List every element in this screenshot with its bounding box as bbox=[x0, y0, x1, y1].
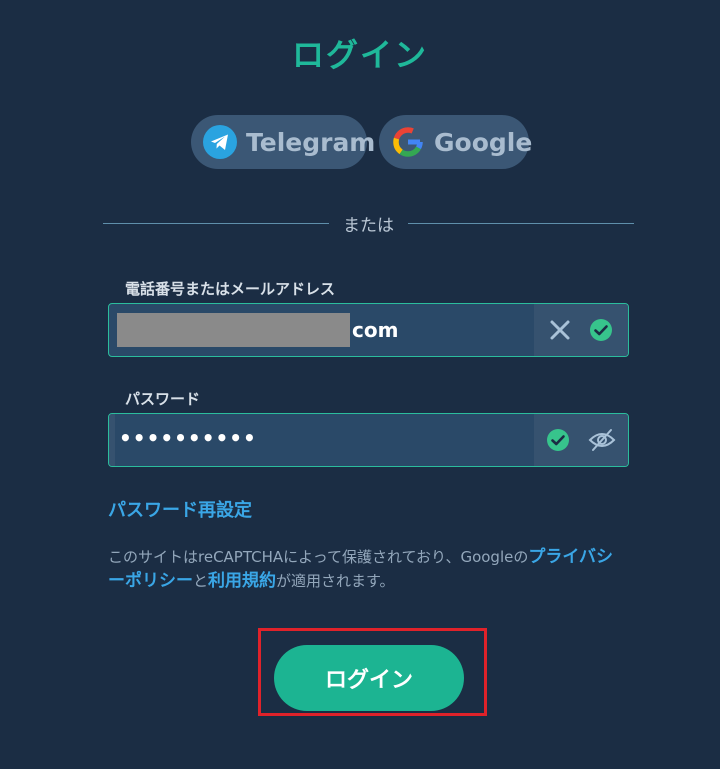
social-login-row: Telegram Google bbox=[0, 115, 720, 169]
check-circle-icon bbox=[547, 429, 569, 451]
notice-text-mid: と bbox=[193, 572, 209, 590]
check-circle-icon bbox=[590, 319, 612, 341]
redacted-email bbox=[117, 313, 350, 347]
login-button[interactable]: ログイン bbox=[274, 645, 464, 711]
terms-link[interactable]: 利用規約 bbox=[208, 571, 276, 591]
google-icon bbox=[393, 127, 423, 157]
email-field-actions bbox=[534, 304, 628, 356]
notice-text-after: が適用されます。 bbox=[276, 572, 395, 590]
password-field-actions bbox=[534, 414, 628, 466]
google-label: Google bbox=[434, 127, 533, 157]
divider-line-right bbox=[408, 223, 634, 224]
email-field-label: 電話番号またはメールアドレス bbox=[125, 280, 336, 298]
password-masked-value: •••••••••• bbox=[119, 426, 257, 450]
telegram-label: Telegram bbox=[246, 127, 376, 157]
recaptcha-notice: このサイトはreCAPTCHAによって保護されており、Googleのプライバシー… bbox=[108, 545, 628, 593]
password-reset-link[interactable]: パスワード再設定 bbox=[108, 496, 252, 522]
password-field-label: パスワード bbox=[125, 390, 201, 408]
password-input[interactable]: •••••••••• bbox=[109, 414, 534, 466]
or-divider: または bbox=[103, 211, 634, 236]
close-icon[interactable] bbox=[549, 319, 571, 341]
password-input-edge bbox=[109, 414, 115, 466]
google-login-button[interactable]: Google bbox=[379, 115, 533, 169]
divider-line-left bbox=[103, 223, 329, 224]
page-title: ログイン bbox=[291, 36, 428, 74]
email-field[interactable]: com bbox=[108, 303, 629, 357]
email-input[interactable]: com bbox=[109, 304, 534, 356]
password-field[interactable]: •••••••••• bbox=[108, 413, 629, 467]
eye-slash-icon[interactable] bbox=[588, 428, 616, 452]
email-value-suffix: com bbox=[352, 318, 399, 342]
telegram-login-button[interactable]: Telegram bbox=[191, 115, 375, 169]
notice-text-before: このサイトはreCAPTCHAによって保護されており、Googleの bbox=[108, 548, 529, 566]
divider-text: または bbox=[343, 216, 394, 236]
telegram-icon bbox=[203, 125, 237, 159]
